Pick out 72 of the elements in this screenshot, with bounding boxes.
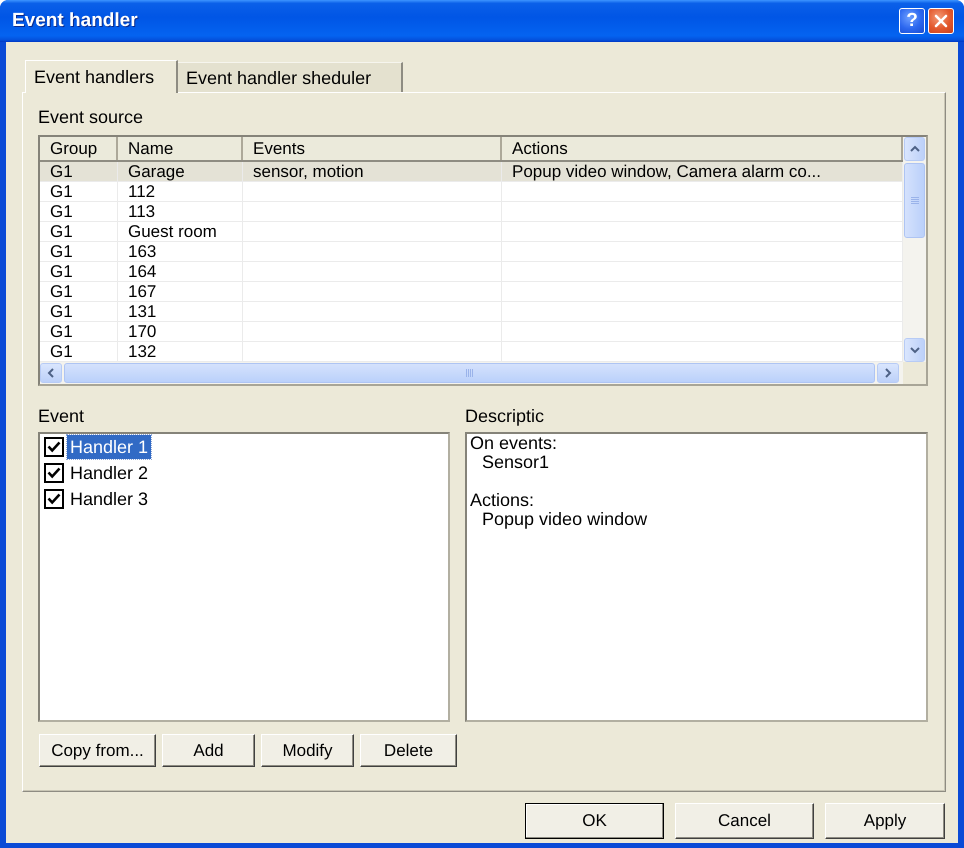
grip-icon	[910, 197, 918, 204]
section-label: Event	[38, 405, 84, 427]
chevron-up-icon	[910, 144, 920, 154]
description-text: Popup video window	[482, 510, 648, 529]
table-cell: G1	[40, 302, 118, 321]
table-cell: Guest room	[118, 222, 243, 241]
table-cell: G1	[40, 202, 118, 221]
table-cell: 163	[118, 242, 243, 261]
table-row[interactable]: G1 Garage sensor, motion Popup video window, Camera alarm co...	[40, 162, 903, 182]
checkbox[interactable]	[44, 463, 64, 483]
action-button[interactable]: Add	[162, 734, 255, 767]
table-cell: G1	[40, 162, 118, 181]
grip-icon	[466, 369, 473, 377]
table-cell: G1	[40, 222, 118, 241]
scrollbar-corner	[903, 362, 926, 384]
table-cell: G1	[40, 282, 118, 301]
table-row[interactable]: G1 170	[40, 322, 903, 342]
table-cell: G1	[40, 342, 118, 361]
action-button[interactable]: Delete	[360, 734, 457, 767]
table-cell: 131	[118, 302, 243, 321]
table-cell: G1	[40, 262, 118, 281]
checkbox[interactable]	[44, 489, 64, 509]
column-header[interactable]: Events	[243, 137, 502, 160]
table-cell: Garage	[118, 162, 243, 181]
scrollbar-thumb[interactable]	[904, 163, 925, 238]
table-cell: 170	[118, 322, 243, 341]
table-row[interactable]: G1 167	[40, 282, 903, 302]
table-row[interactable]: G1 131	[40, 302, 903, 322]
description-text: Sensor1	[482, 453, 550, 472]
chevron-right-icon	[883, 368, 893, 378]
table-cell: G1	[40, 182, 118, 201]
table-row[interactable]: G1 163	[40, 242, 903, 262]
table-row[interactable]: G1 112	[40, 182, 903, 202]
table-row[interactable]: G1 113	[40, 202, 903, 222]
description-heading: On events:	[470, 434, 558, 453]
section-label: Event source	[38, 106, 144, 128]
handler-item[interactable]: Handler 1	[67, 435, 152, 459]
chevron-down-icon	[910, 345, 920, 355]
dialog-button[interactable]: Cancel	[675, 803, 814, 839]
dialog-button[interactable]: Apply	[825, 803, 945, 839]
table-cell: 167	[118, 282, 243, 301]
table-row[interactable]: G1 132	[40, 342, 903, 362]
dialog-button[interactable]: OK	[525, 803, 664, 839]
table-cell: 164	[118, 262, 243, 281]
tab[interactable]: Event handlers	[25, 60, 178, 93]
close-icon	[934, 14, 948, 28]
section-label: Descriptic	[465, 405, 544, 427]
vertical-scrollbar[interactable]	[903, 137, 926, 362]
table-cell: G1	[40, 242, 118, 261]
table-cell: 132	[118, 342, 243, 361]
column-header[interactable]: Name	[118, 137, 243, 160]
table-cell: 113	[118, 202, 243, 221]
window-title: Event handler	[12, 9, 138, 33]
scroll-left-button[interactable]	[40, 363, 62, 383]
checkbox[interactable]	[44, 437, 64, 457]
action-button[interactable]: Copy from...	[39, 734, 156, 767]
scroll-up-button[interactable]	[904, 137, 925, 161]
tab[interactable]: Event handler sheduler	[178, 62, 403, 92]
handler-item[interactable]: Handler 2	[67, 461, 152, 485]
table-row[interactable]: G1 Guest room	[40, 222, 903, 242]
close-button[interactable]	[928, 8, 954, 34]
scroll-right-button[interactable]	[877, 363, 899, 383]
description-heading: Actions:	[470, 491, 534, 510]
table-row[interactable]: G1 164	[40, 262, 903, 282]
handler-item[interactable]: Handler 3	[67, 487, 152, 511]
action-button[interactable]: Modify	[261, 734, 354, 767]
table-cell: sensor, motion	[243, 162, 502, 181]
column-header[interactable]: Group	[40, 137, 118, 160]
table-cell: G1	[40, 322, 118, 341]
table-cell: 112	[118, 182, 243, 201]
scroll-down-button[interactable]	[904, 338, 925, 362]
chevron-left-icon	[46, 368, 56, 378]
